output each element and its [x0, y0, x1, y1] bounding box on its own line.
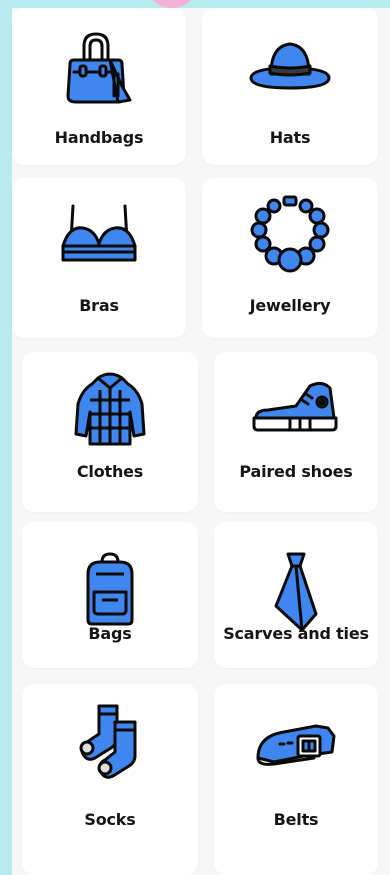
jacket-icon: [72, 368, 148, 448]
category-label: Scarves and ties: [223, 624, 369, 643]
category-card-scarves-and-ties[interactable]: Scarves and ties: [214, 522, 378, 668]
category-label: Bras: [79, 296, 119, 315]
backpack-icon: [82, 552, 138, 628]
category-card-belts[interactable]: Belts: [214, 684, 378, 875]
category-card-bags[interactable]: Bags: [22, 522, 198, 668]
category-card-clothes[interactable]: Clothes: [22, 352, 198, 512]
category-card-paired-shoes[interactable]: Paired shoes: [214, 352, 378, 512]
socks-icon: [77, 702, 143, 782]
category-card-socks[interactable]: Socks: [22, 684, 198, 875]
tie-icon: [272, 552, 320, 632]
category-label: Belts: [273, 810, 319, 829]
category-card-handbags[interactable]: Handbags: [12, 8, 186, 165]
sneaker-icon: [250, 378, 342, 436]
category-card-hats[interactable]: Hats: [202, 8, 378, 165]
category-label: Handbags: [54, 128, 144, 147]
hat-icon: [247, 38, 333, 94]
category-card-bras[interactable]: Bras: [12, 178, 186, 338]
category-label: Clothes: [76, 462, 144, 481]
category-card-jewellery[interactable]: Jewellery: [202, 178, 378, 338]
handbag-icon: [62, 30, 136, 106]
category-label: Paired shoes: [239, 462, 353, 481]
decorative-blob: [151, 0, 193, 8]
bra-icon: [59, 200, 139, 272]
category-label: Socks: [84, 810, 136, 829]
belt-icon: [254, 718, 338, 770]
category-label: Hats: [269, 128, 311, 147]
necklace-icon: [250, 194, 330, 274]
category-label: Jewellery: [249, 296, 331, 315]
category-label: Bags: [88, 624, 132, 643]
